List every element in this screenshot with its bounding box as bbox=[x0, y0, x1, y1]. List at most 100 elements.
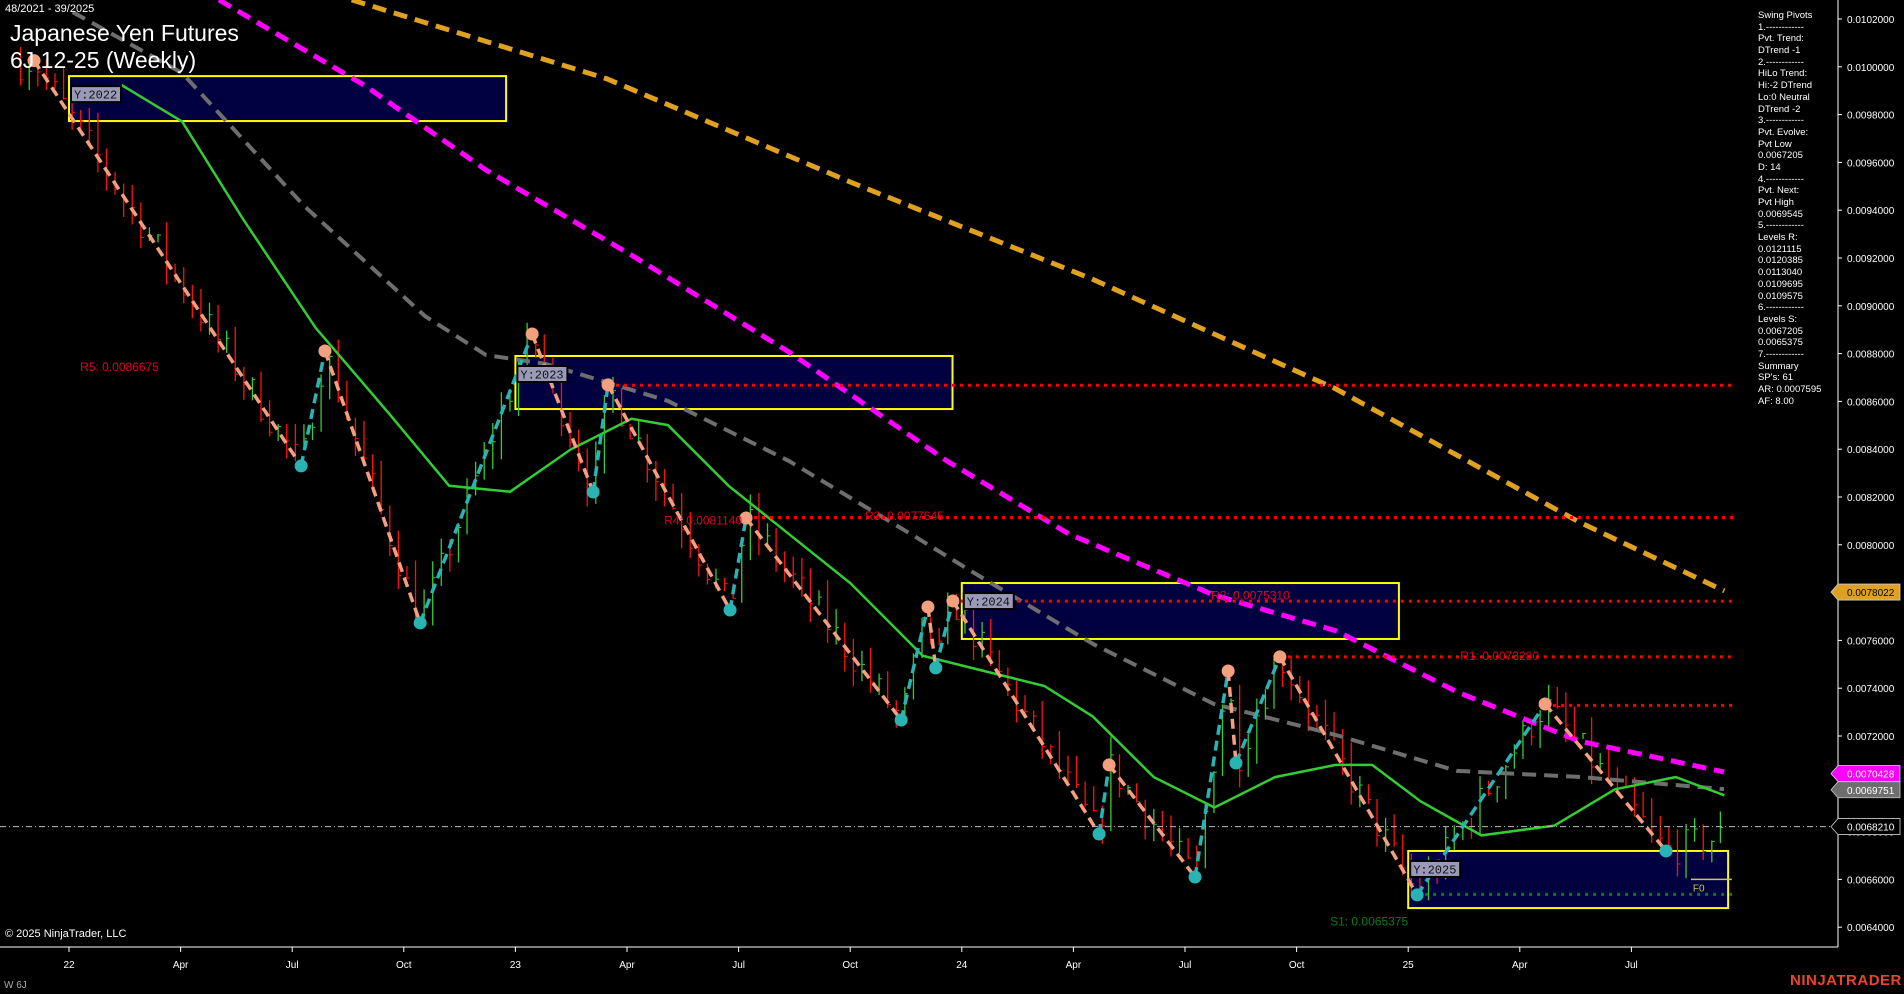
panel-line: 3.------------ bbox=[1758, 115, 1821, 127]
panel-line: 0.0113040 bbox=[1758, 267, 1821, 279]
swing-low-marker bbox=[724, 604, 737, 617]
swing-down-leg bbox=[1545, 704, 1666, 851]
x-tick-label: 22 bbox=[63, 960, 75, 971]
y-tick-label: 0.0082000 bbox=[1847, 493, 1895, 504]
panel-line: 0.0069545 bbox=[1758, 209, 1821, 221]
year-label: Y:2023 bbox=[520, 368, 563, 382]
swing-low-marker bbox=[414, 616, 427, 629]
panel-line: AR: 0.0007595 bbox=[1758, 384, 1821, 396]
swing-up-leg bbox=[901, 607, 928, 720]
level-label: R5: 0.0086675 bbox=[80, 360, 159, 374]
swing-down-leg bbox=[746, 518, 901, 720]
panel-line: Pvt. Next: bbox=[1758, 185, 1821, 197]
panel-line: Levels S: bbox=[1758, 314, 1821, 326]
y-tick-label: 0.0100000 bbox=[1847, 63, 1895, 74]
swing-low-marker bbox=[1411, 888, 1424, 901]
swing-low-marker bbox=[1659, 844, 1672, 857]
panel-line: 0.0067205 bbox=[1758, 150, 1821, 162]
year-box bbox=[69, 76, 506, 121]
x-tick-label: Oct bbox=[842, 960, 858, 971]
ma-long-line bbox=[352, 0, 1725, 591]
year-label: Y:2024 bbox=[967, 596, 1010, 610]
swing-high-marker bbox=[1273, 650, 1286, 663]
swing-low-marker bbox=[295, 459, 308, 472]
copyright-label: © 2025 NinjaTrader, LLC bbox=[5, 928, 126, 940]
panel-line: DTrend -2 bbox=[1758, 104, 1821, 116]
chart-subtitle: 6J 12-25 (Weekly) bbox=[10, 47, 196, 74]
panel-line: D: 14 bbox=[1758, 162, 1821, 174]
y-tick-label: 0.0096000 bbox=[1847, 158, 1895, 169]
y-tick-label: 0.0074000 bbox=[1847, 684, 1895, 695]
swing-low-marker bbox=[587, 485, 600, 498]
x-tick-label: Apr bbox=[619, 960, 635, 971]
y-tick-label: 0.0102000 bbox=[1847, 15, 1895, 26]
swing-down-leg bbox=[1109, 765, 1195, 877]
y-tick-label: 0.0066000 bbox=[1847, 875, 1895, 886]
swing-low-marker bbox=[1093, 827, 1106, 840]
y-tick-label: 0.0092000 bbox=[1847, 254, 1895, 265]
y-tick-label: 0.0072000 bbox=[1847, 732, 1895, 743]
y-tick-label: 0.0064000 bbox=[1847, 923, 1895, 934]
level-label: R4: 0.0081140 bbox=[664, 514, 742, 528]
swing-low-marker bbox=[1229, 757, 1242, 770]
x-tick-label: 23 bbox=[510, 960, 522, 971]
panel-line: 6.------------ bbox=[1758, 302, 1821, 314]
x-tick-label: Oct bbox=[396, 960, 412, 971]
x-tick-label: Apr bbox=[1066, 960, 1082, 971]
panel-line: Pvt. Evolve: bbox=[1758, 127, 1821, 139]
swing-down-leg bbox=[325, 351, 420, 623]
x-tick-label: 25 bbox=[1403, 960, 1415, 971]
chart-title: Japanese Yen Futures bbox=[10, 20, 239, 47]
panel-line: Swing Pivots bbox=[1758, 10, 1821, 22]
panel-line: Pvt High bbox=[1758, 197, 1821, 209]
swing-high-marker bbox=[1222, 664, 1235, 677]
panel-line: Summary bbox=[1758, 361, 1821, 373]
panel-line: 0.0065375 bbox=[1758, 337, 1821, 349]
y-tick-label: 0.0084000 bbox=[1847, 445, 1895, 456]
panel-line: 2.------------ bbox=[1758, 57, 1821, 69]
x-tick-label: 24 bbox=[956, 960, 968, 971]
price-badge-label: 0.0070428 bbox=[1847, 770, 1895, 781]
swing-low-marker bbox=[929, 661, 942, 674]
instrument-tag: W 6J bbox=[4, 980, 27, 991]
panel-line: Hi:-2 DTrend bbox=[1758, 80, 1821, 92]
panel-line: 5.------------ bbox=[1758, 220, 1821, 232]
level-label: R3: 0.0077645 bbox=[865, 509, 944, 523]
plot-area bbox=[0, 0, 1838, 908]
panel-line: Pvt. Trend: bbox=[1758, 33, 1821, 45]
swing-high-marker bbox=[318, 344, 331, 357]
swing-low-marker bbox=[895, 713, 908, 726]
x-tick-label: Jul bbox=[1625, 960, 1638, 971]
y-tick-label: 0.0094000 bbox=[1847, 206, 1895, 217]
x-tick-label: Apr bbox=[1512, 960, 1528, 971]
panel-line: 0.0109695 bbox=[1758, 279, 1821, 291]
panel-line: 7.------------ bbox=[1758, 349, 1821, 361]
level-label: R2: 0.0075310 bbox=[1211, 589, 1290, 603]
price-badge-label: 0.0068210 bbox=[1847, 823, 1895, 834]
swing-up-leg bbox=[1099, 765, 1109, 834]
x-tick-label: Apr bbox=[173, 960, 189, 971]
year-box bbox=[515, 356, 952, 409]
price-badge-label: 0.0078022 bbox=[1847, 588, 1895, 599]
swing-down-leg bbox=[608, 385, 730, 610]
panel-line: HiLo Trend: bbox=[1758, 68, 1821, 80]
x-tick-label: Jul bbox=[286, 960, 299, 971]
swing-pivots-panel: Swing Pivots1.------------Pvt. Trend:DTr… bbox=[1758, 10, 1821, 407]
price-badge-label: 0.0069751 bbox=[1847, 786, 1895, 797]
panel-line: Lo:0 Neutral bbox=[1758, 92, 1821, 104]
swing-high-marker bbox=[1539, 697, 1552, 710]
swing-high-marker bbox=[921, 600, 934, 613]
date-range-label: 48/2021 - 39/2025 bbox=[5, 3, 94, 15]
year-label: Y:2025 bbox=[1413, 863, 1456, 877]
y-tick-label: 0.0086000 bbox=[1847, 397, 1895, 408]
swing-down-leg bbox=[1228, 671, 1236, 763]
price-chart[interactable]: R5: 0.0086675 R4: 0.0081140 R3: 0.0077645 R… bbox=[0, 0, 1904, 994]
y-tick-label: 0.0098000 bbox=[1847, 111, 1895, 122]
swing-high-marker bbox=[526, 328, 539, 341]
panel-line: DTrend -1 bbox=[1758, 45, 1821, 57]
x-tick-label: Jul bbox=[732, 960, 745, 971]
panel-line: 0.0109575 bbox=[1758, 291, 1821, 303]
year-label: Y:2022 bbox=[74, 89, 117, 103]
level-label: S1: 0.0065375 bbox=[1330, 914, 1408, 928]
swing-down-leg bbox=[1280, 657, 1417, 895]
